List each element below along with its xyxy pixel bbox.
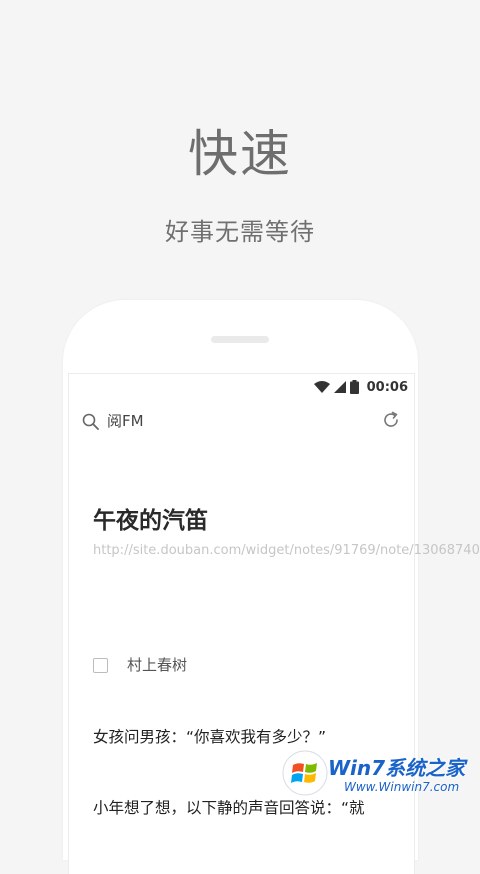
article-body-line: 女孩问男孩：“你喜欢我有多少？” xyxy=(93,728,327,746)
author-checkbox[interactable] xyxy=(93,658,108,673)
watermark: Win7系统之家 Www.Winwin7.com xyxy=(282,748,478,798)
search-icon[interactable] xyxy=(82,413,99,430)
phone-speaker xyxy=(211,336,269,343)
watermark-brand: Win7系统之家 xyxy=(328,756,466,780)
status-time: 00:06 xyxy=(366,379,408,395)
article-source-link[interactable]: http://site.douban.com/widget/notes/9176… xyxy=(93,542,480,559)
signal-icon xyxy=(333,381,346,393)
app-bar: 阅FM xyxy=(69,404,414,440)
article-title: 午夜的汽笛 xyxy=(93,508,208,534)
refresh-icon[interactable] xyxy=(382,411,400,429)
promo-tagline: 好事无需等待 xyxy=(165,218,315,246)
windows-logo-icon xyxy=(282,750,328,796)
wifi-icon xyxy=(313,381,330,393)
article-author: 村上春树 xyxy=(127,656,188,674)
status-bar: 00:06 xyxy=(313,374,408,400)
app-title: 阅FM xyxy=(107,412,144,430)
battery-icon xyxy=(349,380,359,394)
promo-headline: 快速 xyxy=(188,125,292,183)
phone-screen: 00:06 阅FM 午夜的汽笛 http://site.douban.com/w… xyxy=(68,373,480,874)
watermark-url: Www.Winwin7.com xyxy=(344,780,460,794)
